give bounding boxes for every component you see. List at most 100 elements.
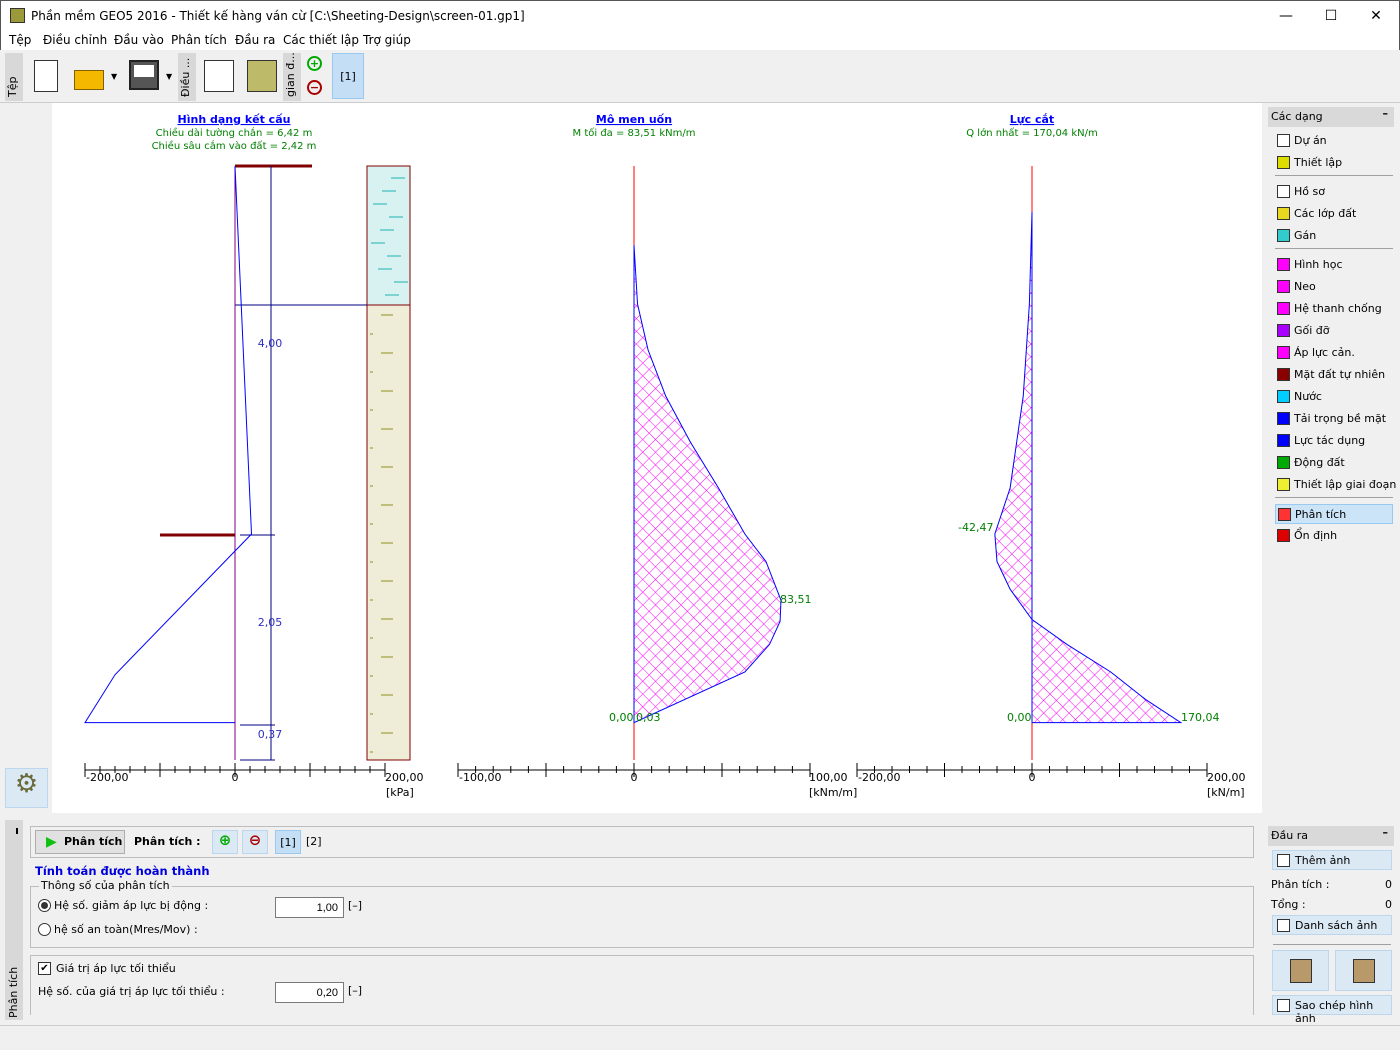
frame-gear[interactable]: Thiết lập xyxy=(1275,153,1393,173)
save-dropdown-icon[interactable]: ▼ xyxy=(166,72,172,81)
frame-force[interactable]: Lực tác dụng xyxy=(1275,431,1393,451)
menu-analysis[interactable]: Phân tích xyxy=(171,33,227,47)
pin-icon[interactable] xyxy=(16,828,18,834)
moment-diagram xyxy=(633,245,782,724)
settings-gear-icon[interactable]: ⚙ xyxy=(5,768,48,808)
unit-label: [–] xyxy=(348,984,363,997)
frame-geometry[interactable]: Hình học xyxy=(1275,255,1393,275)
frame-soil[interactable]: Các lớp đất xyxy=(1275,204,1393,224)
collapse-icon[interactable]: – xyxy=(1383,826,1389,839)
gear-icon xyxy=(1277,156,1290,169)
radio-safety-factor[interactable] xyxy=(38,923,51,936)
new-file-icon[interactable] xyxy=(34,60,58,92)
separator xyxy=(1275,248,1393,249)
frame-terrain[interactable]: Mặt đất tự nhiên xyxy=(1275,365,1393,385)
menu-output[interactable]: Đầu ra xyxy=(235,33,275,47)
output-header[interactable]: Đầu ra – xyxy=(1268,826,1394,846)
moment-max-label: 83,51 xyxy=(780,593,812,606)
analysis-1-button[interactable]: [1] xyxy=(275,830,301,854)
geometry-icon xyxy=(1277,258,1290,271)
frame-label: Gán xyxy=(1294,229,1317,242)
add-stage-icon[interactable]: + xyxy=(307,56,322,71)
print-button[interactable] xyxy=(1272,950,1329,991)
frame-water[interactable]: Nước xyxy=(1275,387,1393,407)
frame-anchor[interactable]: Neo xyxy=(1275,277,1393,297)
chart-area: Hình dạng kết cấu Chiều dài tường chắn =… xyxy=(52,103,1262,813)
remove-stage-icon[interactable]: − xyxy=(307,80,322,95)
run-analysis-button[interactable]: ▶ Phân tích xyxy=(35,830,125,854)
frame-surcharge[interactable]: Tải trọng bề mặt xyxy=(1275,409,1393,429)
earthquake-icon xyxy=(1277,456,1290,469)
frame-support[interactable]: Gối đỡ xyxy=(1275,321,1393,341)
frame-label: Mặt đất tự nhiên xyxy=(1294,368,1386,381)
open-dropdown-icon[interactable]: ▼ xyxy=(111,72,117,81)
moment-title[interactable]: Mô men uốn xyxy=(596,113,672,126)
list-pictures-button[interactable]: Danh sách ảnh xyxy=(1272,915,1392,935)
maximize-button[interactable]: ☐ xyxy=(1316,5,1346,27)
add-picture-icon xyxy=(1277,854,1290,867)
printer-preview-icon xyxy=(1352,959,1375,983)
frame-analysis[interactable]: Phân tích xyxy=(1275,504,1393,524)
structure-title[interactable]: Hình dạng kết cấu xyxy=(178,113,291,126)
tab-label: Điều ... xyxy=(179,57,192,97)
frame-assign[interactable]: Gán xyxy=(1275,226,1393,246)
save-file-icon[interactable] xyxy=(129,60,159,90)
moment-axis-min: -100,00 xyxy=(459,771,501,784)
frame-label: Tải trọng bề mặt xyxy=(1294,412,1387,425)
copy-view-button[interactable]: Sao chép hình ảnh xyxy=(1272,995,1392,1025)
frame-label: Hệ thanh chống xyxy=(1294,302,1382,315)
frame-pressure[interactable]: Áp lực cản. xyxy=(1275,343,1393,363)
frame-label: Áp lực cản. xyxy=(1294,346,1355,359)
toolbar: Tệp ▼ ▼ Điều ... gian đ... + − [1] xyxy=(0,50,1400,103)
remove-analysis-button[interactable]: ⊖ xyxy=(242,830,268,854)
toolbar-tab-stage[interactable]: gian đ... xyxy=(283,52,301,101)
analysis-2-button[interactable]: [2] xyxy=(306,835,322,848)
pressure-axis-max: 200,00 xyxy=(385,771,424,784)
shear-zero-label: 0,00 xyxy=(1007,711,1032,724)
analysis-params-group: Thông số của phân tích Hệ số. giảm áp lự… xyxy=(30,879,1254,948)
shear-title[interactable]: Lực cắt xyxy=(1010,113,1054,126)
add-picture-button[interactable]: Thêm ảnh xyxy=(1272,850,1392,870)
frame-label: Động đất xyxy=(1294,456,1345,469)
dim-2-05: 2,05 xyxy=(258,616,283,629)
frame-stability[interactable]: Ổn định xyxy=(1275,526,1393,546)
separator xyxy=(1275,175,1393,176)
menu-input[interactable]: Đầu vào xyxy=(114,33,164,47)
passive-reduction-input[interactable] xyxy=(275,897,344,918)
menu-help[interactable]: Trợ giúp xyxy=(363,33,411,47)
frame-earthquake[interactable]: Động đất xyxy=(1275,453,1393,473)
frame-profile[interactable]: Hồ sơ xyxy=(1275,182,1393,202)
force-icon xyxy=(1277,434,1290,447)
button-label: Sao chép hình ảnh xyxy=(1295,999,1374,1025)
paste-data-icon[interactable] xyxy=(247,60,277,92)
minimize-button[interactable]: — xyxy=(1271,5,1301,27)
frame-stage[interactable]: Thiết lập giai đoạn xyxy=(1275,475,1396,495)
side-tab-analysis[interactable]: Phân tích xyxy=(5,820,23,1020)
dim-0-37: 0,37 xyxy=(258,728,283,741)
min-pressure-coefficient-input[interactable] xyxy=(275,982,344,1003)
shear-axis-max: 200,00 xyxy=(1207,771,1246,784)
min-pressure-checkbox[interactable]: ✔ xyxy=(38,962,51,975)
frame-label: Thiết lập xyxy=(1294,156,1343,169)
copy-data-icon[interactable] xyxy=(204,60,234,92)
frame-label: Các lớp đất xyxy=(1294,207,1357,220)
moment-end-label-2: 0,03 xyxy=(636,711,661,724)
pressure-axis-min: -200,00 xyxy=(86,771,128,784)
toolbar-tab-edit[interactable]: Điều ... xyxy=(178,53,196,101)
collapse-icon[interactable]: – xyxy=(1383,107,1389,120)
toolbar-tab-file[interactable]: Tệp xyxy=(5,53,23,101)
stage-1-button[interactable]: [1] xyxy=(332,53,364,99)
add-analysis-button[interactable]: ⊕ xyxy=(212,830,238,854)
open-file-icon[interactable] xyxy=(74,70,104,90)
status-bar xyxy=(0,1025,1400,1050)
radio-passive-reduction[interactable] xyxy=(38,899,51,912)
frame-document[interactable]: Dự án xyxy=(1275,131,1393,151)
frame-strut[interactable]: Hệ thanh chống xyxy=(1275,299,1393,319)
menu-edit[interactable]: Điều chỉnh xyxy=(43,33,107,47)
print-preview-button[interactable] xyxy=(1335,950,1392,991)
menu-file[interactable]: Tệp xyxy=(9,33,31,47)
analysis-panel: Phân tích ▶ Phân tích Phân tích : ⊕ ⊖ [1]… xyxy=(0,815,1262,1025)
menu-settings[interactable]: Các thiết lập xyxy=(283,33,359,47)
frames-header[interactable]: Các dạng – xyxy=(1268,107,1394,127)
close-button[interactable]: ✕ xyxy=(1361,5,1391,27)
